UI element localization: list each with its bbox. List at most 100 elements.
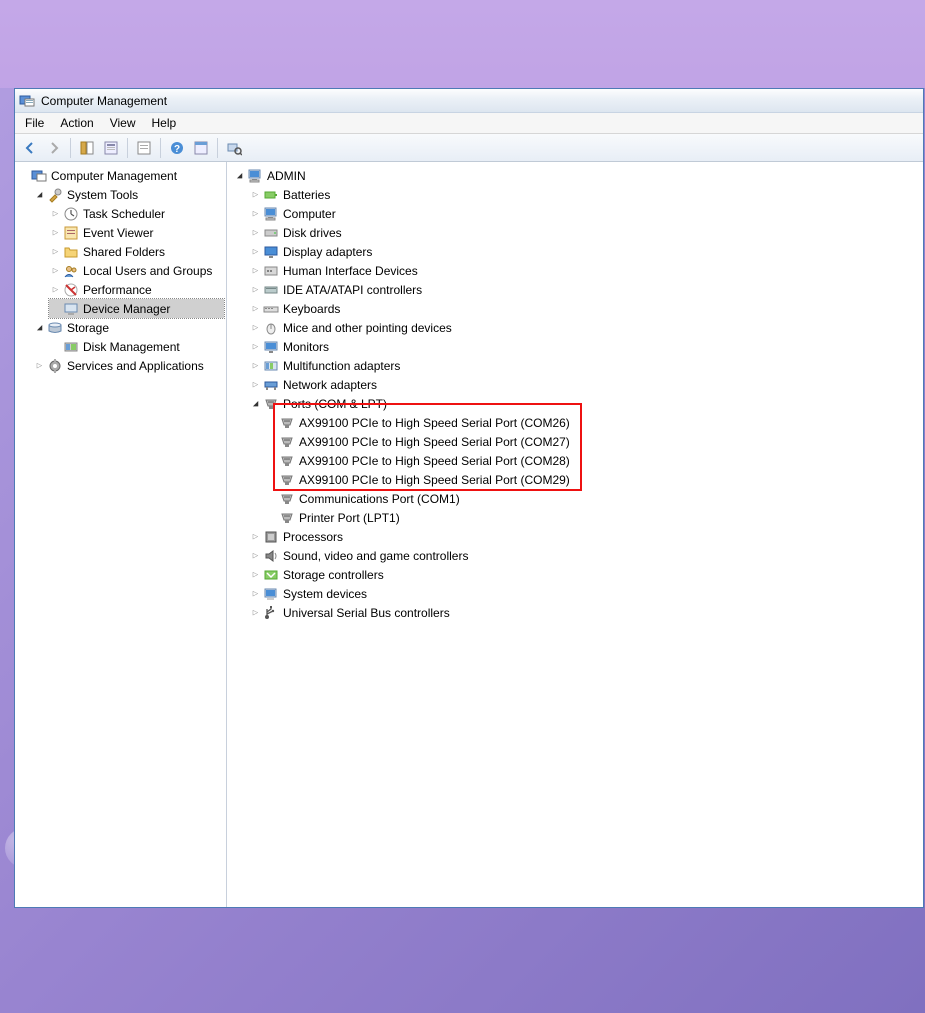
tree-item-label: Human Interface Devices (281, 264, 420, 278)
toolbar-separator (217, 138, 218, 158)
properties-button[interactable] (100, 137, 122, 159)
tree-item-disk-management[interactable]: Disk Management (49, 337, 224, 356)
folder-icon (63, 244, 79, 260)
back-button[interactable] (19, 137, 41, 159)
expander-icon[interactable] (249, 531, 261, 543)
device-port[interactable]: Communications Port (COM1) (265, 489, 917, 508)
expander-icon[interactable] (49, 227, 61, 239)
tree-root-computer-management[interactable]: Computer Management (17, 166, 224, 185)
expander-icon[interactable] (233, 170, 245, 182)
device-category[interactable]: Disk drives (249, 223, 917, 242)
tree-item-services-applications[interactable]: Services and Applications (33, 356, 224, 375)
menu-file[interactable]: File (17, 113, 52, 133)
device-root[interactable]: ADMIN (233, 166, 917, 185)
device-port-highlighted[interactable]: AX99100 PCIe to High Speed Serial Port (… (265, 470, 917, 489)
tree-item-task-scheduler[interactable]: Task Scheduler (49, 204, 224, 223)
expander-icon[interactable] (49, 284, 61, 296)
device-category[interactable]: Keyboards (249, 299, 917, 318)
expander-icon[interactable] (49, 246, 61, 258)
tree-item-local-users-and-groups[interactable]: Local Users and Groups (49, 261, 224, 280)
device-category[interactable]: Display adapters (249, 242, 917, 261)
multi-icon (263, 358, 279, 374)
services-icon (47, 358, 63, 374)
expander-icon[interactable] (249, 322, 261, 334)
device-category[interactable]: Network adapters (249, 375, 917, 394)
titlebar[interactable]: Computer Management (15, 89, 923, 113)
expander-icon[interactable] (249, 341, 261, 353)
tree-item-label: Storage controllers (281, 568, 386, 582)
expander-icon[interactable] (33, 360, 45, 372)
expander-icon[interactable] (249, 246, 261, 258)
expander-icon[interactable] (33, 189, 45, 201)
tree-item-label: Printer Port (LPT1) (297, 511, 402, 525)
tree-item-label: System Tools (65, 188, 140, 202)
device-category[interactable]: Human Interface Devices (249, 261, 917, 280)
tree-item-label: Shared Folders (81, 245, 167, 259)
device-category[interactable]: Sound, video and game controllers (249, 546, 917, 565)
device-category[interactable]: Storage controllers (249, 565, 917, 584)
expander-icon[interactable] (249, 208, 261, 220)
device-port-highlighted[interactable]: AX99100 PCIe to High Speed Serial Port (… (265, 432, 917, 451)
tree-item-label: AX99100 PCIe to High Speed Serial Port (… (297, 454, 572, 468)
display-icon (263, 244, 279, 260)
tree-item-event-viewer[interactable]: Event Viewer (49, 223, 224, 242)
expander-icon[interactable] (49, 265, 61, 277)
device-category[interactable]: Computer (249, 204, 917, 223)
tools-icon (47, 187, 63, 203)
device-category[interactable]: Batteries (249, 185, 917, 204)
menu-view[interactable]: View (102, 113, 144, 133)
tree-item-performance[interactable]: Performance (49, 280, 224, 299)
menu-help[interactable]: Help (144, 113, 185, 133)
device-port[interactable]: Printer Port (LPT1) (265, 508, 917, 527)
device-port-highlighted[interactable]: AX99100 PCIe to High Speed Serial Port (… (265, 451, 917, 470)
expander-icon[interactable] (249, 265, 261, 277)
tree-item-label: Monitors (281, 340, 331, 354)
expander-icon[interactable] (249, 379, 261, 391)
system-icon (263, 586, 279, 602)
forward-button[interactable] (43, 137, 65, 159)
battery-icon (263, 187, 279, 203)
expander-icon[interactable] (33, 322, 45, 334)
device-tree-pane: ADMINBatteries Computer Disk drives Display… (227, 162, 923, 907)
toolbar-separator (70, 138, 71, 158)
port-icon (279, 510, 295, 526)
device-icon (63, 301, 79, 317)
tree-item-shared-folders[interactable]: Shared Folders (49, 242, 224, 261)
expander-icon[interactable] (249, 360, 261, 372)
tree-item-label: Display adapters (281, 245, 374, 259)
keyboard-icon (263, 301, 279, 317)
device-category[interactable]: System devices (249, 584, 917, 603)
tree-item-storage[interactable]: Storage (33, 318, 224, 337)
expander-icon[interactable] (249, 607, 261, 619)
device-category[interactable]: Monitors (249, 337, 917, 356)
refresh-button[interactable] (133, 137, 155, 159)
device-category[interactable]: Processors (249, 527, 917, 546)
tree-item-label: Universal Serial Bus controllers (281, 606, 452, 620)
device-category[interactable]: IDE ATA/ATAPI controllers (249, 280, 917, 299)
device-category[interactable]: Mice and other pointing devices (249, 318, 917, 337)
help-button[interactable]: ? (166, 137, 188, 159)
expander-icon[interactable] (249, 550, 261, 562)
toolbar: ? (15, 134, 923, 162)
expander-icon[interactable] (249, 284, 261, 296)
device-category[interactable]: Universal Serial Bus controllers (249, 603, 917, 622)
show-hide-tree-button[interactable] (76, 137, 98, 159)
scan-hardware-button[interactable] (223, 137, 245, 159)
device-port-highlighted[interactable]: AX99100 PCIe to High Speed Serial Port (… (265, 413, 917, 432)
expander-icon[interactable] (49, 208, 61, 220)
device-category-ports[interactable]: Ports (COM & LPT) (249, 394, 917, 413)
mouse-icon (263, 320, 279, 336)
device-category[interactable]: Multifunction adapters (249, 356, 917, 375)
expander-icon[interactable] (249, 588, 261, 600)
menu-action[interactable]: Action (52, 113, 101, 133)
expander-icon[interactable] (249, 227, 261, 239)
expander-icon[interactable] (249, 303, 261, 315)
tree-item-label: Computer (281, 207, 338, 221)
sound-icon (263, 548, 279, 564)
tree-item-system-tools[interactable]: System Tools (33, 185, 224, 204)
toolbar-button[interactable] (190, 137, 212, 159)
expander-icon[interactable] (249, 398, 261, 410)
expander-icon[interactable] (249, 569, 261, 581)
expander-icon[interactable] (249, 189, 261, 201)
tree-item-device-manager[interactable]: Device Manager (49, 299, 224, 318)
